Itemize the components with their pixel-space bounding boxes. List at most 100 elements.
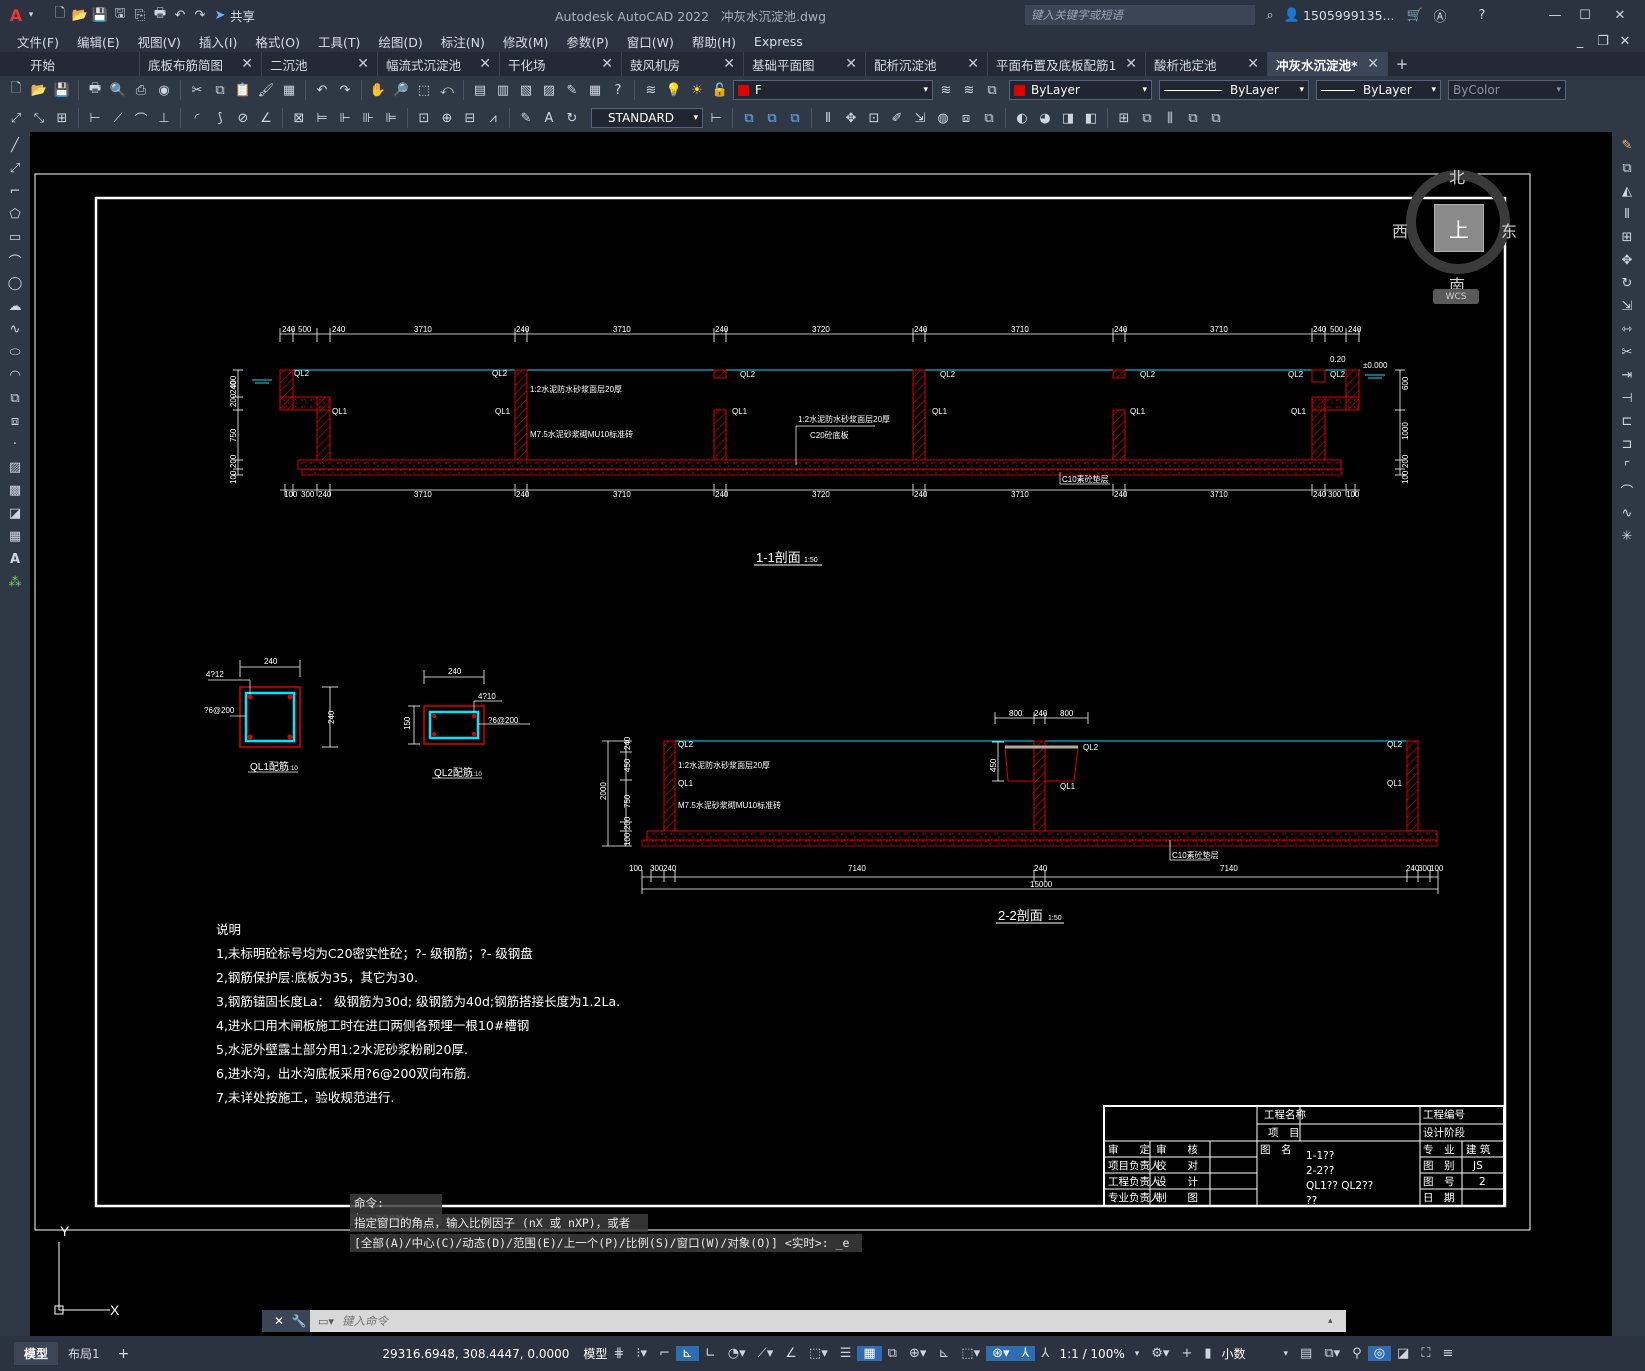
- clean-screen-icon[interactable]: ⛶: [1415, 1346, 1436, 1361]
- close-icon[interactable]: ✕: [270, 1310, 288, 1332]
- tool-icon[interactable]: ⧉: [1206, 108, 1226, 128]
- chevron-down-icon[interactable]: ▾: [1129, 1349, 1146, 1359]
- ordinate-dim-icon[interactable]: ⊥: [154, 108, 174, 128]
- close-tab-icon[interactable]: ✕: [1367, 56, 1379, 72]
- hardware-acceleration-icon[interactable]: ◎: [1367, 1346, 1392, 1361]
- baseline-dim-icon[interactable]: ⊨: [312, 108, 332, 128]
- jogged-linear-icon[interactable]: ⩘: [483, 108, 503, 128]
- web-mobile-icon[interactable]: ⎘: [130, 5, 150, 25]
- dynamic-input-icon[interactable]: ⊾: [675, 1346, 699, 1361]
- trim-icon[interactable]: ⧈: [956, 108, 976, 128]
- copy-icon[interactable]: ⧉: [210, 80, 230, 100]
- autodesk-a360-icon[interactable]: Ⓐ: [1430, 5, 1450, 25]
- close-tab-icon[interactable]: ✕: [357, 56, 369, 72]
- tool-palettes-icon[interactable]: ▧: [516, 80, 536, 100]
- new-icon[interactable]: 🗋: [6, 80, 26, 100]
- quickcalc-icon[interactable]: ▦: [585, 80, 605, 100]
- layer-dropdown[interactable]: F ▾: [733, 80, 933, 100]
- design-center-icon[interactable]: ▥: [493, 80, 513, 100]
- menu-tools[interactable]: 工具(T): [309, 32, 369, 51]
- menu-file[interactable]: 文件(F): [8, 32, 68, 51]
- circle-icon[interactable]: ◯: [3, 273, 27, 293]
- array-icon[interactable]: ⊞: [1615, 227, 1639, 247]
- menu-window[interactable]: 窗口(W): [618, 32, 683, 51]
- close-tab-icon[interactable]: ✕: [241, 56, 253, 72]
- block-editor-icon[interactable]: ▦: [279, 80, 299, 100]
- polar-tracking-icon[interactable]: ◔▾: [722, 1346, 752, 1361]
- close-icon[interactable]: ✕: [1610, 5, 1630, 25]
- viewcube-north[interactable]: 北: [1449, 164, 1465, 188]
- coordinates-readout[interactable]: 29316.6948, 308.4447, 0.0000: [382, 1347, 569, 1361]
- layer-state-icon[interactable]: ⧉: [982, 80, 1002, 100]
- undo-icon[interactable]: ↶: [312, 80, 332, 100]
- close-tab-icon[interactable]: ✕: [845, 56, 857, 72]
- add-layout-button[interactable]: +: [110, 1346, 138, 1362]
- diameter-dim-icon[interactable]: ⊘: [233, 108, 253, 128]
- plot-icon[interactable]: 🖶: [150, 5, 170, 25]
- model-space-button[interactable]: 模型: [583, 1345, 607, 1362]
- save-icon[interactable]: 💾: [52, 80, 72, 100]
- help-icon[interactable]: ?: [608, 80, 628, 100]
- selection-cycling-icon[interactable]: ⧉: [882, 1346, 903, 1361]
- join-icon[interactable]: ⊐: [1615, 434, 1639, 454]
- plotstyle-dropdown[interactable]: ByColor ▾: [1448, 80, 1566, 100]
- cut-icon[interactable]: ✂: [187, 80, 207, 100]
- ellipse-icon[interactable]: ⬭: [3, 342, 27, 362]
- new-tab-button[interactable]: +: [1388, 52, 1416, 76]
- minimize-icon[interactable]: —: [1545, 5, 1565, 25]
- copy-icon[interactable]: ⧉: [1615, 158, 1639, 178]
- offset-icon[interactable]: ⫴: [818, 108, 838, 128]
- zoom-realtime-icon[interactable]: 🔎: [391, 80, 411, 100]
- tab-file[interactable]: 二沉池 ✕: [262, 52, 378, 76]
- doc-close-icon[interactable]: ✕: [1615, 31, 1635, 51]
- radius-dim-icon[interactable]: ◜: [187, 108, 207, 128]
- redo-icon[interactable]: ↷: [190, 5, 210, 25]
- tool-icon[interactable]: ⧉: [1183, 108, 1203, 128]
- dynamic-ucs-icon[interactable]: ⊾: [932, 1346, 955, 1361]
- pan-icon[interactable]: ✋: [368, 80, 388, 100]
- object-snap-icon[interactable]: ⬚▾: [803, 1346, 834, 1361]
- angular-dim-icon[interactable]: ∠: [256, 108, 276, 128]
- save-icon[interactable]: 💾: [90, 5, 110, 25]
- rectangle-icon[interactable]: ▭: [3, 227, 27, 247]
- wcs-menu-button[interactable]: WCS: [1433, 289, 1479, 304]
- zoom-window-icon[interactable]: ⬚: [414, 80, 434, 100]
- menu-dimension[interactable]: 标注(N): [432, 32, 494, 51]
- share-button[interactable]: 共享: [230, 6, 255, 25]
- inspection-icon[interactable]: ⊟: [460, 108, 480, 128]
- move-icon[interactable]: ✥: [1615, 250, 1639, 270]
- close-tab-icon[interactable]: ✕: [723, 56, 735, 72]
- linetype-dropdown[interactable]: ByLayer ▾: [1159, 80, 1309, 100]
- array-icon[interactable]: ✥: [841, 108, 861, 128]
- menu-format[interactable]: 格式(O): [246, 32, 309, 51]
- break-icon[interactable]: ◐: [1012, 108, 1032, 128]
- menu-insert[interactable]: 插入(I): [190, 32, 246, 51]
- tab-file[interactable]: 平面布置及底板配筋1 ✕: [988, 52, 1146, 76]
- command-prompt-icon[interactable]: ▭▾: [310, 1315, 342, 1328]
- tab-file[interactable]: 配析沉淀池 ✕: [866, 52, 988, 76]
- close-tab-icon[interactable]: ✕: [1247, 56, 1259, 72]
- graphics-performance-icon[interactable]: ◪: [1391, 1346, 1415, 1361]
- lineweight-icon[interactable]: ☰: [834, 1346, 858, 1361]
- selection-filter-icon[interactable]: ⬚▾: [955, 1346, 986, 1361]
- new-file-icon[interactable]: 🗋: [50, 5, 70, 25]
- 3d-dwf-icon[interactable]: ◉: [154, 80, 174, 100]
- scale-icon[interactable]: ⇲: [1615, 296, 1639, 316]
- annotation-scale[interactable]: 1:1 / 100%: [1055, 1347, 1128, 1361]
- menu-view[interactable]: 视图(V): [129, 32, 190, 51]
- command-drag-handle[interactable]: [262, 1310, 270, 1332]
- mtext-icon[interactable]: A: [3, 549, 27, 569]
- arc-length-icon[interactable]: ⌒: [131, 108, 151, 128]
- viewcube[interactable]: 上 北 南 西 东: [1392, 156, 1518, 295]
- chevron-up-icon[interactable]: ▴: [1328, 1316, 1346, 1326]
- open-file-icon[interactable]: 📂: [70, 5, 90, 25]
- chamfer-icon[interactable]: ⌜: [1615, 457, 1639, 477]
- break-icon[interactable]: ⊏: [1615, 411, 1639, 431]
- add-selected-icon[interactable]: ⁂: [3, 572, 27, 592]
- viewcube-east[interactable]: 东: [1501, 218, 1517, 242]
- workspace-gear-icon[interactable]: ⚙▾: [1145, 1346, 1175, 1361]
- restore-icon[interactable]: ☐: [1575, 5, 1595, 25]
- polyline-icon[interactable]: ⌐: [3, 181, 27, 201]
- tool-icon[interactable]: ⫼: [1160, 108, 1180, 128]
- snap-icon[interactable]: ⁝▾: [630, 1346, 653, 1361]
